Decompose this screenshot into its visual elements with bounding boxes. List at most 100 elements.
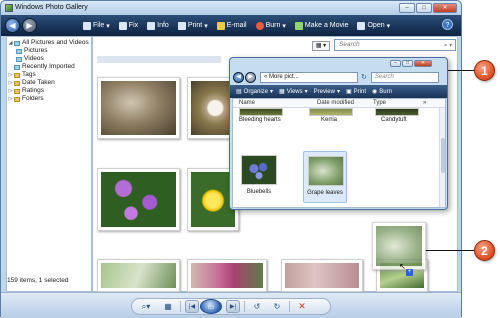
file-label: Bleeding hearts	[239, 117, 281, 123]
more-columns-icon[interactable]: »	[423, 100, 426, 106]
tree-item-pictures[interactable]: Pictures	[7, 47, 91, 55]
expand-arrow-icon[interactable]: ▷	[7, 79, 14, 87]
file-thumbnail	[308, 156, 344, 186]
next-button[interactable]: ▶|	[226, 300, 240, 313]
explorer-file-list: Name Date modified Type » Bleeding heart…	[232, 98, 446, 208]
fix-button[interactable]: Fix	[118, 21, 138, 30]
back-button[interactable]: ◀	[5, 18, 20, 33]
file-thumbnail[interactable]	[309, 108, 353, 116]
thumbnail-view-button[interactable]: ▦	[160, 300, 176, 313]
rotate-left-button[interactable]: ↺	[249, 300, 265, 313]
explorer-print-button[interactable]: ▣ Print	[346, 88, 366, 96]
rotate-right-button[interactable]: ↻	[269, 300, 285, 313]
status-text: 159 items, 1 selected	[7, 277, 69, 284]
movie-icon	[294, 21, 303, 30]
fix-icon	[118, 21, 127, 30]
tree-item-folders[interactable]: ▷ Folders	[7, 95, 91, 103]
explorer-back-button[interactable]: ◀	[233, 71, 244, 83]
delete-button[interactable]: ✕	[294, 300, 310, 313]
preview-menu[interactable]: Preview ▾	[314, 88, 340, 96]
forward-button[interactable]: ▶	[22, 18, 37, 33]
tag-icon	[14, 72, 20, 78]
tree-item-all-pictures[interactable]: ◢ All Pictures and Videos	[7, 39, 91, 47]
zoom-button[interactable]: ⌕ ▾	[136, 300, 156, 313]
folder-icon	[16, 56, 22, 62]
group-header	[97, 56, 221, 63]
rotate-right-icon: ↻	[273, 302, 281, 311]
burn-menu[interactable]: Burn ▾	[255, 21, 286, 30]
file-item-grape-leaves[interactable]: Grape leaves	[303, 151, 347, 203]
folder-icon	[16, 48, 22, 54]
view-options-button[interactable]: ▦ ▾	[312, 41, 330, 51]
explorer-maximize-button[interactable]: □	[402, 60, 413, 67]
column-header-name[interactable]: Name	[239, 100, 255, 106]
explorer-forward-button[interactable]: ▶	[245, 71, 256, 83]
email-button[interactable]: E-mail	[216, 21, 247, 30]
file-label: Bluebells	[246, 189, 272, 195]
photo-thumbnail[interactable]	[97, 168, 180, 231]
calendar-icon	[14, 80, 20, 86]
expand-arrow-icon[interactable]: ▷	[7, 71, 14, 79]
bottom-control-bar: ⌕ ▾ ▦ |◀ ▭ ▶| ↺ ↻ ✕	[1, 292, 461, 318]
photo-thumbnail[interactable]	[281, 259, 363, 292]
slideshow-button[interactable]: ▭	[200, 299, 222, 314]
search-input[interactable]: Search ⌕ ▾	[334, 39, 456, 51]
photo-thumbnail[interactable]	[187, 259, 267, 292]
expand-arrow-icon[interactable]: ▷	[7, 95, 14, 103]
minimize-button[interactable]: –	[399, 3, 415, 13]
explorer-window[interactable]: – □ ✕ ◀ ▶ « More pict... ↻ Search ▤ Organ…	[229, 57, 448, 210]
column-header-date[interactable]: Date modified	[317, 100, 354, 106]
explorer-search-input[interactable]: Search	[370, 71, 439, 83]
burn-icon	[255, 21, 264, 30]
photo-image	[101, 263, 176, 288]
print-menu[interactable]: Print ▾	[177, 21, 208, 30]
print-icon: ▣	[346, 89, 352, 95]
explorer-burn-button[interactable]: ◉ Burn	[372, 88, 392, 96]
callout-line	[426, 250, 476, 251]
scrollbar-thumb[interactable]	[441, 138, 445, 173]
views-menu[interactable]: ▦ Views ▾	[279, 88, 308, 96]
callout-badge: 1	[474, 60, 495, 81]
magnifier-icon: ⌕	[141, 301, 147, 311]
callout-badge: 2	[474, 240, 495, 261]
tree-item-videos[interactable]: Videos	[7, 55, 91, 63]
tree-item-tags[interactable]: ▷ Tags	[7, 71, 91, 79]
explorer-minimize-button[interactable]: –	[390, 60, 401, 67]
explorer-close-button[interactable]: ✕	[414, 60, 432, 67]
help-button[interactable]: ?	[442, 19, 453, 30]
open-icon	[357, 21, 366, 30]
photo-image	[101, 81, 176, 135]
window-title: Windows Photo Gallery	[15, 4, 88, 11]
views-icon: ▦	[279, 89, 285, 95]
photo-thumbnail[interactable]	[97, 77, 180, 139]
file-thumbnail[interactable]	[375, 108, 419, 116]
info-button[interactable]: Info	[147, 21, 169, 30]
file-menu[interactable]: File ▾	[83, 21, 110, 30]
app-icon	[5, 4, 13, 12]
photo-image	[285, 263, 359, 288]
organize-menu[interactable]: ▤ Organize ▾	[236, 88, 273, 96]
explorer-scrollbar[interactable]	[439, 108, 445, 207]
make-a-movie-button[interactable]: Make a Movie	[294, 21, 348, 30]
photo-image	[376, 226, 422, 266]
file-label: Candytuft	[381, 117, 407, 123]
explorer-address-bar[interactable]: « More pict...	[260, 71, 358, 83]
tree-item-recently-imported[interactable]: Recently Imported	[7, 63, 91, 71]
tree-item-ratings[interactable]: ▷ Ratings	[7, 87, 91, 95]
file-item-bluebells[interactable]: Bluebells	[237, 151, 281, 203]
explorer-toolbar: ▤ Organize ▾ ▦ Views ▾ Preview ▾ ▣ Print ◉ Burn	[230, 85, 447, 98]
close-button[interactable]: ✕	[433, 3, 457, 13]
previous-button[interactable]: |◀	[185, 300, 199, 313]
collapse-arrow-icon[interactable]: ◢	[7, 39, 14, 47]
maximize-button[interactable]: □	[416, 3, 432, 13]
delete-icon: ✕	[298, 301, 306, 311]
tree-item-date-taken[interactable]: ▷ Date Taken	[7, 79, 91, 87]
folder-icon	[14, 96, 20, 102]
photo-thumbnail[interactable]	[97, 259, 180, 292]
open-menu[interactable]: Open ▾	[357, 21, 390, 30]
file-thumbnail[interactable]	[239, 108, 283, 116]
explorer-title-bar: – □ ✕	[230, 58, 447, 69]
column-header-type[interactable]: Type	[373, 100, 386, 106]
refresh-icon[interactable]: ↻	[361, 73, 367, 81]
expand-arrow-icon[interactable]: ▷	[7, 87, 14, 95]
